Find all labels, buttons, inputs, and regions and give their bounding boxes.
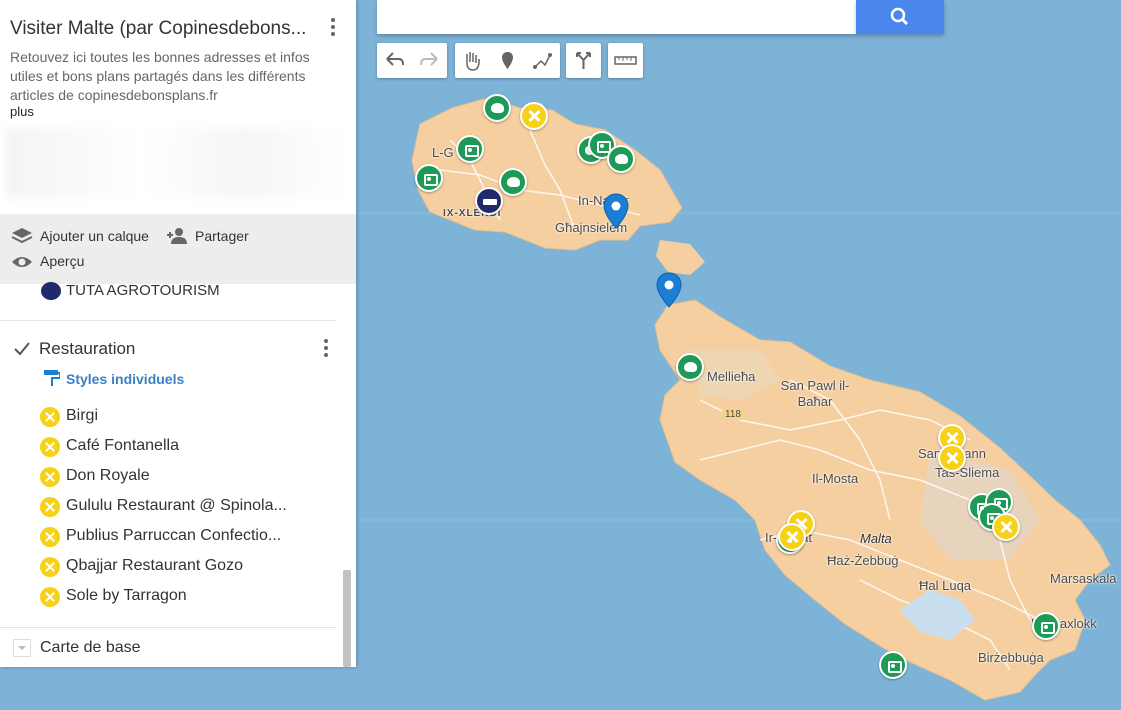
search-button[interactable] <box>856 0 944 34</box>
panel-actions: Ajouter un calque Partager Aperçu <box>0 214 356 284</box>
directions-icon[interactable] <box>566 43 601 78</box>
styles-link[interactable]: Styles individuels <box>66 371 184 387</box>
map-label: Il-Mosta <box>812 471 859 486</box>
draw-line-icon[interactable] <box>525 43 560 78</box>
photo-marker[interactable] <box>879 651 907 679</box>
list-item[interactable]: Birgi <box>66 407 98 425</box>
blurred-content <box>6 128 346 198</box>
photo-marker[interactable] <box>1032 612 1060 640</box>
restaurant-icon <box>40 497 60 517</box>
road-badge: 118 <box>722 409 744 420</box>
restaurant-icon <box>40 467 60 487</box>
list-item[interactable]: Sole by Tarragon <box>66 587 187 605</box>
restaurant-marker[interactable] <box>938 444 966 472</box>
directions-group <box>566 43 601 78</box>
photo-marker[interactable] <box>456 135 484 163</box>
preview-button[interactable]: Aperçu <box>40 253 84 269</box>
undo-redo-group <box>377 43 447 78</box>
divider <box>0 627 336 628</box>
layer-menu-icon[interactable] <box>324 339 328 360</box>
ruler-icon[interactable] <box>608 43 643 78</box>
layer-checkbox[interactable] <box>13 340 31 358</box>
map-label: Marsaskala <box>1050 571 1117 586</box>
share-button[interactable]: Partager <box>195 228 249 244</box>
map-title: Visiter Malte (par Copinesdebons... <box>10 18 307 39</box>
list-item[interactable]: Publius Parruccan Confectio... <box>66 527 281 545</box>
restaurant-icon <box>40 407 60 427</box>
add-layer-button[interactable]: Ajouter un calque <box>40 228 149 244</box>
ruler-group <box>608 43 643 78</box>
list-item[interactable]: Gululu Restaurant @ Spinola... <box>66 497 287 515</box>
layers-icon <box>11 228 33 244</box>
map-menu-icon[interactable] <box>331 18 335 39</box>
map-description: Retouvez ici toutes les bonnes adresses … <box>10 49 310 103</box>
list-item[interactable]: Café Fontanella <box>66 437 179 455</box>
restaurant-marker[interactable] <box>520 102 548 130</box>
search-icon <box>890 7 909 26</box>
map-label: Ħal Luqa <box>919 578 972 593</box>
photo-marker[interactable] <box>415 164 443 192</box>
map-label: Malta <box>860 531 892 546</box>
restaurant-marker[interactable] <box>992 513 1020 541</box>
hand-icon[interactable] <box>455 43 490 78</box>
location-pin-icon[interactable] <box>603 193 629 229</box>
list-item[interactable]: Don Royale <box>66 467 150 485</box>
add-person-icon <box>167 228 187 244</box>
zoo-marker[interactable] <box>607 145 635 173</box>
hotel-icon <box>41 282 61 300</box>
location-pin-icon[interactable] <box>656 272 682 308</box>
layer-title[interactable]: Restauration <box>39 339 135 359</box>
map-legend-panel: Visiter Malte (par Copinesdebons... Reto… <box>0 0 356 667</box>
chevron-down-icon[interactable] <box>13 639 31 657</box>
restaurant-icon <box>40 557 60 577</box>
more-link[interactable]: plus <box>10 104 34 119</box>
map-label: L-G <box>432 145 454 160</box>
list-item[interactable]: TUTA AGROTOURISM <box>66 282 220 299</box>
search-input[interactable] <box>377 0 856 34</box>
zoo-marker[interactable] <box>499 168 527 196</box>
basemap-label[interactable]: Carte de base <box>40 639 141 657</box>
map-label: San Pawl il-Baħar <box>780 378 850 409</box>
restaurant-icon <box>40 527 60 547</box>
restaurant-icon <box>40 587 60 607</box>
restaurant-marker[interactable] <box>778 523 806 551</box>
add-marker-icon[interactable] <box>490 43 525 78</box>
hotel-marker[interactable] <box>475 187 503 215</box>
undo-icon[interactable] <box>377 43 412 78</box>
list-item[interactable]: Qbajjar Restaurant Gozo <box>66 557 243 575</box>
zoo-marker[interactable] <box>483 94 511 122</box>
zoo-marker[interactable] <box>676 353 704 381</box>
map-label: Mellieħa <box>707 369 756 384</box>
map-tools-group <box>455 43 560 78</box>
restaurant-icon <box>40 437 60 457</box>
map-label: Ħaż-Żebbuġ <box>827 553 899 568</box>
scrollbar[interactable] <box>343 570 351 667</box>
divider <box>0 320 336 321</box>
redo-icon[interactable] <box>412 43 447 78</box>
paint-roller-icon <box>44 370 60 386</box>
map-label: Birżebbuġa <box>978 650 1044 665</box>
eye-icon <box>12 257 32 267</box>
